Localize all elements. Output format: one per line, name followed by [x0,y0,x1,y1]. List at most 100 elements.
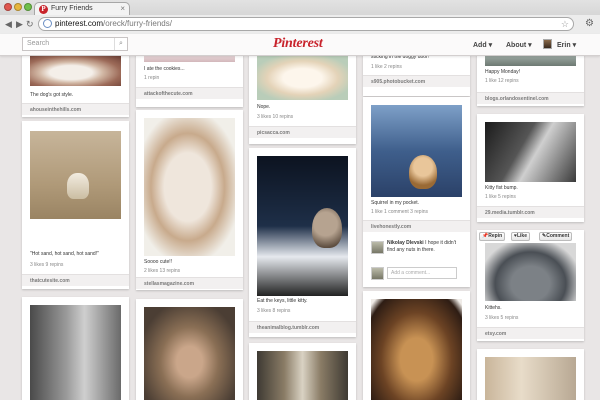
pin-stats: 1 repin [144,75,160,81]
pin-card[interactable]: Soooo cute!! 2 likes 13 repins stellasma… [136,110,243,290]
pin-stats: 3 likes 10 repins [257,114,294,120]
browser-tab[interactable]: P Furry Friends × [34,2,130,16]
tab-title: Furry Friends [51,5,93,12]
source-link[interactable]: ahouseinthehills.com [30,107,81,113]
source-link[interactable]: stellasmagazine.com [144,281,194,287]
pin-source[interactable]: theanimalblog.tumblr.com [249,321,356,333]
source-link[interactable]: 29.media.tumblr.com [485,210,535,216]
forward-arrow-icon[interactable]: ▶ [16,19,23,29]
pin-caption: Soooo cute!! [144,259,173,265]
zoom-window-button[interactable] [24,3,32,11]
repin-button[interactable]: 📌Repin [479,232,506,241]
browser-toolbar: ◀ ▶ ↻ pinterest.com/oreck/furry-friends/… [0,15,600,34]
pin-image[interactable] [144,307,235,400]
pin-card[interactable]: Squirrel in my pocket. 1 like 1 comment … [363,97,470,287]
source-link[interactable]: theanimalblog.tumblr.com [257,325,319,331]
chevron-down-icon: ▾ [488,42,493,49]
minimize-window-button[interactable] [14,3,22,11]
source-link[interactable]: thatcutesite.com [30,278,70,284]
like-label: Like [516,233,527,239]
user-menu[interactable]: Erin ▾ [557,41,576,49]
about-menu[interactable]: About ▾ [506,41,532,49]
pin-image[interactable] [257,156,348,296]
wrench-icon[interactable]: ⚙ [585,18,594,29]
source-link[interactable]: livehonestly.com [371,224,411,230]
pin-caption: Nope. [257,104,271,110]
pinterest-logo[interactable]: Pinterest [273,36,323,52]
pin-image[interactable] [30,131,121,219]
pin-image[interactable] [371,105,462,197]
pin-image[interactable] [485,243,576,301]
pin-stats: 1 like 5 repins [485,194,516,200]
pin-source[interactable]: blogs.orlandosentinel.com [477,92,584,104]
add-menu[interactable]: Add ▾ [473,41,492,49]
pin-source[interactable]: etsy.com [477,327,584,339]
pin-caption: The dog's got style. [30,92,74,98]
pin-image[interactable] [30,56,121,86]
pin-card[interactable] [477,349,584,400]
pin-card[interactable] [249,343,356,400]
reload-icon[interactable]: ↻ [26,19,34,29]
search-icon[interactable]: ⌕ [114,38,127,50]
pin-caption: "Hot sand, hot sand, hot sand!" [30,251,99,257]
source-link[interactable]: attackofthecute.com [144,91,193,97]
pin-image[interactable] [144,56,235,62]
like-button[interactable]: ♥Like [511,232,530,241]
pin-card[interactable] [363,291,470,400]
pin-stats: 3 likes 8 repins [257,308,291,314]
pin-stats: 1 like 1 comment 3 repins [371,209,428,215]
pin-image[interactable] [371,299,462,400]
commenter-avatar[interactable] [371,241,384,254]
pin-source[interactable]: stellasmagazine.com [136,277,243,289]
pin-caption: Kitty fist bump. [485,185,518,191]
pin-image[interactable] [485,357,576,400]
pin-source[interactable]: ahouseinthehills.com [22,103,129,115]
repin-label: Repin [488,233,503,239]
close-tab-icon[interactable]: × [120,4,125,13]
add-comment-input[interactable]: Add a comment... [387,267,457,279]
user-avatar [371,267,384,280]
pin-stats: 1 like 2 repins [371,64,402,70]
user-avatar[interactable] [543,39,552,49]
source-link[interactable]: blogs.orlandosentinel.com [485,96,549,102]
pin-image[interactable] [144,118,235,256]
add-menu-label: Add [473,42,487,49]
pin-caption: Kittehs. [485,305,502,311]
comment-button[interactable]: ✎Comment [539,232,573,241]
close-window-button[interactable] [4,3,12,11]
pin-source[interactable]: s905.photobucket.com [363,75,470,87]
bookmark-star-icon[interactable]: ☆ [561,18,569,30]
pin-card[interactable]: Eat the keys, little kitty. 3 likes 8 re… [249,148,356,337]
search-input[interactable]: Search ⌕ [22,37,128,51]
pin-source[interactable]: picsacca.com [249,126,356,138]
source-link[interactable]: etsy.com [485,331,506,337]
pin-stats: 3 likes 5 repins [485,315,519,321]
source-link[interactable]: s905.photobucket.com [371,79,425,85]
cat-figure [312,208,342,248]
url-path: /oreck/furry-friends/ [103,19,172,28]
pin-image[interactable] [257,351,348,400]
globe-icon [43,19,52,28]
user-name: Erin [557,42,571,49]
pin-card[interactable] [22,297,129,400]
squirrel-figure [409,155,437,189]
pin-image[interactable] [485,56,576,66]
pin-source[interactable]: attackofthecute.com [136,87,243,99]
pin-card[interactable]: 📌Repin ♥Like ✎Comment Kittehs. 3 likes 5… [477,230,584,341]
pin-caption: Eat the keys, little kitty. [257,298,308,304]
pin-caption: I ate the cookies... [144,66,185,72]
back-arrow-icon[interactable]: ◀ [5,19,12,29]
pin-source[interactable]: 29.media.tumblr.com [477,206,584,218]
commenter-name[interactable]: Nikolay Dlevski [387,240,424,246]
pin-source[interactable]: livehonestly.com [363,220,470,232]
source-link[interactable]: picsacca.com [257,130,290,136]
comment-label: Comment [546,233,570,239]
pin-card[interactable] [136,299,243,400]
pin-card[interactable]: "Hot sand, hot sand, hot sand!" 3 likes … [22,121,129,289]
pin-card[interactable]: Kitty fist bump. 1 like 5 repins 29.medi… [477,114,584,222]
pin-image[interactable] [485,122,576,182]
pin-source[interactable]: thatcutesite.com [22,274,129,286]
pin-image[interactable] [257,56,348,100]
address-bar[interactable]: pinterest.com/oreck/furry-friends/ ☆ [38,17,574,31]
pin-image[interactable] [30,305,121,400]
